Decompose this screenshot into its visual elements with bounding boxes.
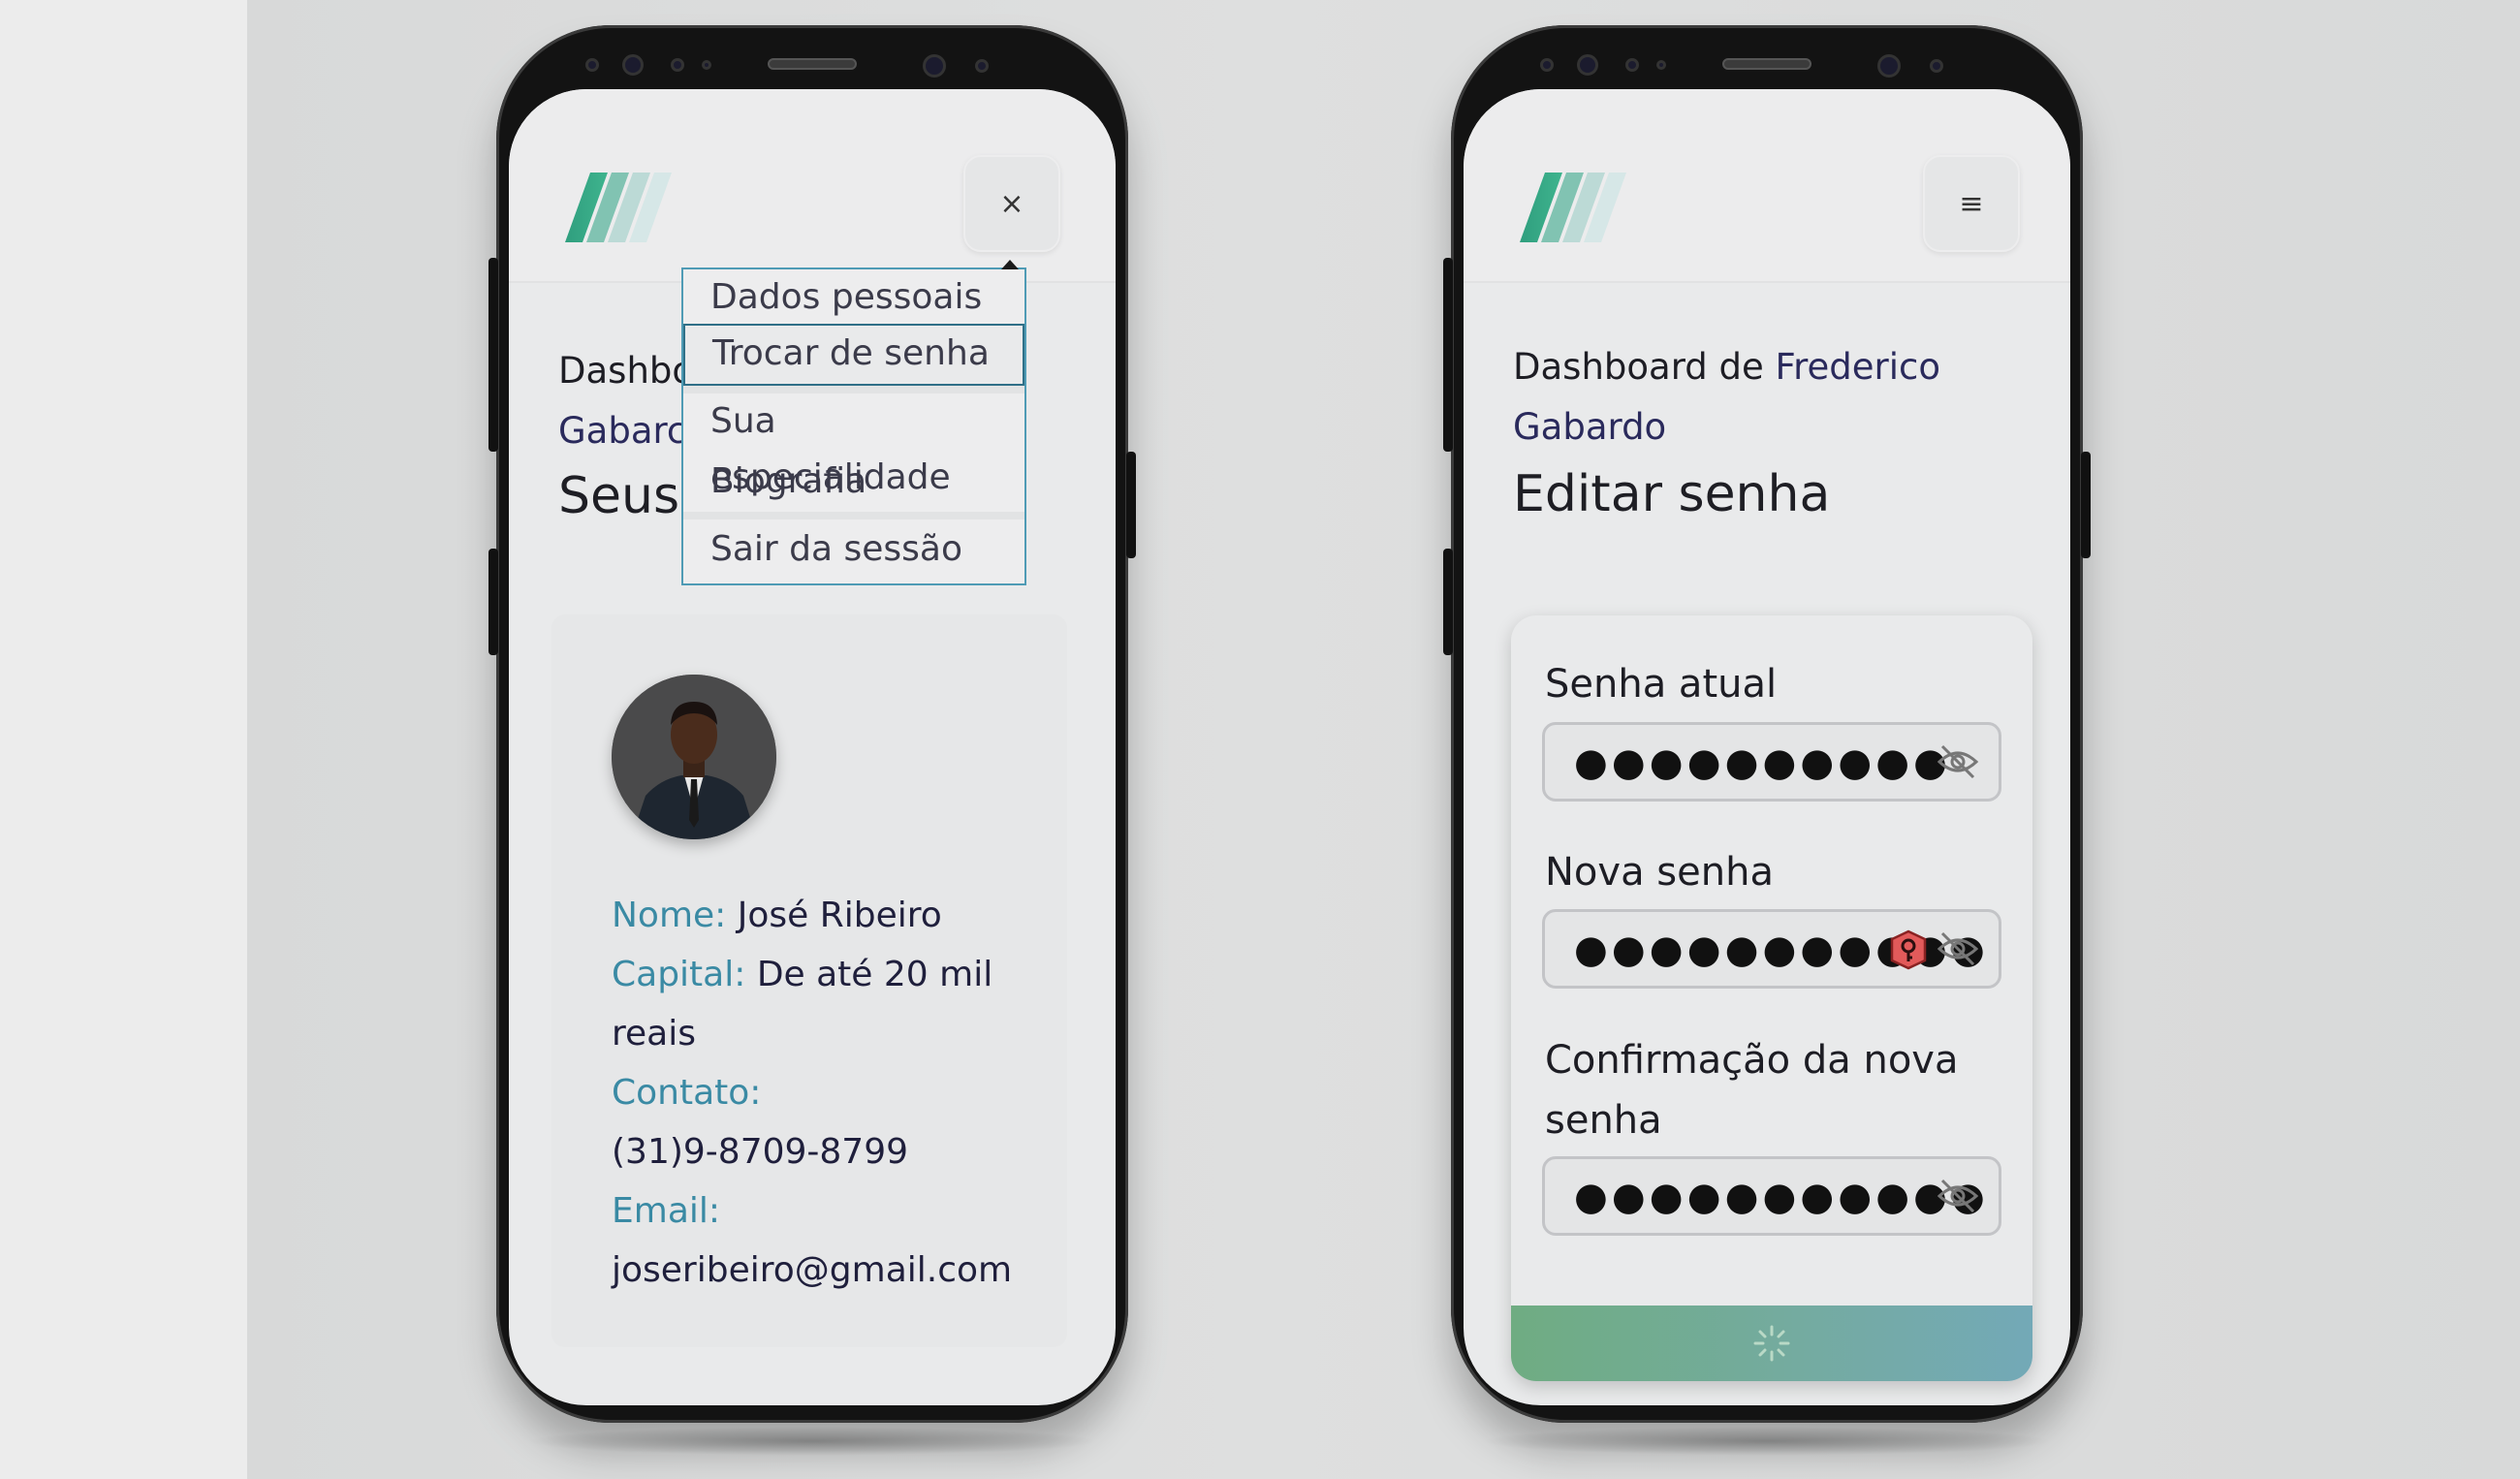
- confirm-password-input[interactable]: ●●●●●●●●●●●: [1542, 1156, 2001, 1236]
- menu-item-sair[interactable]: Sair da sessão: [683, 521, 1024, 578]
- menu-icon: ≡: [1959, 186, 1984, 221]
- current-password-input[interactable]: ●●●●●●●●●●: [1542, 722, 2001, 802]
- profile-contact-label: Contato:: [612, 1073, 762, 1113]
- dashboard-heading: Dashboard de Frederico: [1513, 346, 1940, 388]
- menu-item-biografia[interactable]: Biografia: [683, 454, 1024, 510]
- dashboard-heading-name: Gabardo: [1513, 406, 1667, 448]
- confirm-password-label-cont: senha: [1545, 1098, 1662, 1143]
- close-icon: ×: [999, 186, 1024, 221]
- phone-right: ≡ Dashboard de Frederico Gabardo Editar …: [1443, 25, 2091, 1456]
- user-dropdown-menu: Dados pessoais Trocar de senha Sua espec…: [681, 260, 1026, 585]
- dashboard-heading: Dashbo: [558, 341, 694, 401]
- new-password-input[interactable]: ●●●●●●●●●●●: [1542, 909, 2001, 989]
- eye-off-icon[interactable]: [1937, 929, 1979, 968]
- logo-icon[interactable]: [565, 173, 674, 242]
- screen-edit-password: ≡ Dashboard de Frederico Gabardo Editar …: [1464, 89, 2070, 1405]
- submit-button[interactable]: [1511, 1306, 2032, 1381]
- screen-dashboard-menu: × Dashbo Gabarc Seus Nome: José Ribeiro …: [509, 89, 1116, 1405]
- hamburger-menu-button[interactable]: ≡: [1923, 155, 2020, 252]
- page-title: Editar senha: [1513, 465, 1831, 523]
- shield-key-icon[interactable]: [1888, 929, 1929, 970]
- page-title: Seus: [558, 467, 680, 525]
- menu-item-dados-pessoais[interactable]: Dados pessoais: [683, 269, 1024, 326]
- profile-capital-cont: reais: [612, 1014, 696, 1054]
- profile-email-value: joseribeiro@gmail.com: [612, 1250, 1013, 1290]
- logo-icon[interactable]: [1520, 173, 1628, 242]
- profile-name: Nome: José Ribeiro: [612, 896, 942, 935]
- confirm-password-label: Confirmação da nova: [1545, 1038, 1959, 1083]
- eye-off-icon[interactable]: [1937, 742, 1979, 781]
- close-menu-button[interactable]: ×: [963, 155, 1060, 252]
- eye-off-icon[interactable]: [1937, 1177, 1979, 1215]
- spinner-icon: [1753, 1325, 1790, 1362]
- profile-contact-value: (31)9-8709-8799: [612, 1132, 909, 1172]
- menu-item-trocar-senha[interactable]: Trocar de senha: [683, 324, 1024, 386]
- profile-email-label: Email:: [612, 1191, 721, 1231]
- profile-card: Nome: José Ribeiro Capital: De até 20 mi…: [551, 614, 1067, 1347]
- background-panel: [0, 0, 247, 1479]
- password-form: Senha atual ●●●●●●●●●● Nova senha ●●●●●●…: [1511, 615, 2032, 1381]
- current-password-label: Senha atual: [1545, 662, 1778, 707]
- phone-left: × Dashbo Gabarc Seus Nome: José Ribeiro …: [488, 25, 1136, 1456]
- dashboard-heading-name: Gabarc: [558, 410, 687, 452]
- profile-capital: Capital: De até 20 mil: [612, 955, 993, 994]
- avatar: [612, 675, 776, 839]
- dropdown-caret: [1001, 260, 1019, 269]
- dashboard-heading-prefix: Dashbo: [558, 350, 695, 392]
- new-password-label: Nova senha: [1545, 850, 1774, 895]
